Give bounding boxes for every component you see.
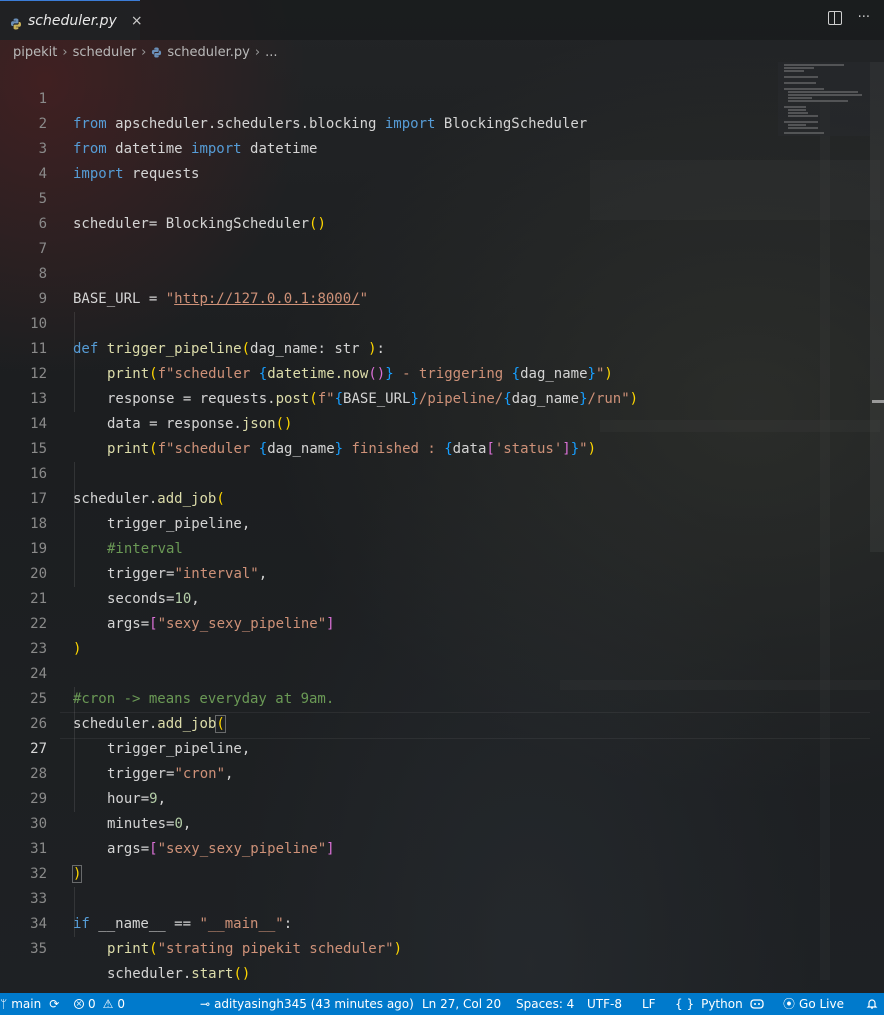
- minimap[interactable]: [778, 62, 870, 136]
- code-line: 1 from apscheduler.schedulers.blocking i…: [0, 62, 870, 132]
- problems-status[interactable]: × 0 ⚠ 0: [74, 993, 125, 1015]
- error-count: 0: [88, 997, 96, 1011]
- python-file-icon: [10, 15, 22, 29]
- overview-ruler-marker: [872, 400, 884, 403]
- code-text: print("strating pipekit scheduler"): [107, 937, 402, 962]
- breadcrumb-item-pipekit[interactable]: pipekit: [13, 45, 57, 60]
- code-line: 15: [0, 412, 870, 457]
- code-line: 2 from datetime import datetime: [0, 87, 870, 157]
- token-bracket: (: [149, 941, 158, 957]
- token-bracket: (): [233, 966, 251, 982]
- code-line: 33 if __name__ == "__main__":: [0, 862, 870, 932]
- split-editor-icon[interactable]: [827, 11, 842, 25]
- code-line: 10 def trigger_pipeline(dag_name: str ):: [0, 287, 870, 357]
- code-line: 29 minutes=0,: [0, 762, 870, 832]
- code-line: 28 hour=9,: [0, 737, 870, 807]
- code-line: 32: [0, 837, 870, 882]
- token-function: start: [191, 966, 234, 982]
- code-text: scheduler.start(): [107, 962, 250, 987]
- indentation-status[interactable]: Spaces: 4: [516, 993, 574, 1015]
- git-blame-status[interactable]: ⊸ adityasingh345 (43 minutes ago): [200, 993, 414, 1015]
- code-line: 21 args=["sexy_sexy_pipeline"]: [0, 562, 870, 632]
- more-actions-icon[interactable]: ···: [858, 11, 870, 25]
- copilot-icon[interactable]: [750, 993, 764, 1015]
- code-line: 31 ): [0, 812, 870, 883]
- code-line: 6: [0, 187, 870, 232]
- code-line: 35 scheduler.start(): [0, 912, 870, 982]
- token-variable: scheduler.: [107, 966, 192, 982]
- code-line: 19 trigger="interval",: [0, 512, 870, 582]
- cursor-position[interactable]: Ln 27, Col 20: [422, 993, 501, 1015]
- git-blame-text: adityasingh345 (43 minutes ago): [214, 997, 414, 1011]
- breadcrumb-item-scheduler-folder[interactable]: scheduler: [73, 45, 137, 60]
- notifications-bell-icon[interactable]: [866, 993, 878, 1015]
- breadcrumb: pipekit › scheduler › scheduler.py › ...: [13, 43, 277, 61]
- branch-status[interactable]: ᛘ main ⟳: [0, 993, 59, 1015]
- tab-actions: ···: [827, 11, 870, 25]
- code-line: 18 #interval: [0, 487, 870, 557]
- code-line: 34 print("strating pipekit scheduler"): [0, 887, 870, 957]
- code-editor[interactable]: 1 from apscheduler.schedulers.blocking i…: [0, 62, 870, 992]
- code-line: 9: [0, 262, 870, 307]
- broadcast-icon: ⦿: [783, 997, 796, 1011]
- token-function: print: [107, 941, 150, 957]
- code-line: 17 trigger_pipeline,: [0, 462, 870, 532]
- breadcrumb-item-file[interactable]: scheduler.py: [167, 45, 250, 60]
- chevron-right-icon: ›: [254, 44, 261, 60]
- chevron-right-icon: ›: [62, 44, 68, 60]
- status-bar: ᛘ main ⟳ × 0 ⚠ 0 ⊸ adityasingh345 (43 mi…: [0, 993, 884, 1015]
- token-bracket: ): [393, 941, 403, 957]
- code-line: 26 trigger_pipeline,: [0, 687, 870, 757]
- code-line: 14 print(f"scheduler {dag_name} finished…: [0, 387, 870, 457]
- code-line: 7: [0, 212, 870, 257]
- code-line: 25 scheduler.add_job(: [0, 662, 870, 733]
- code-line: 16 scheduler.add_job(: [0, 437, 870, 507]
- editor-tab-bar: scheduler.py × ···: [0, 0, 884, 40]
- code-line: 5 scheduler= BlockingScheduler(): [0, 162, 870, 232]
- code-line: 4: [0, 137, 870, 182]
- chevron-right-icon: ›: [141, 44, 147, 60]
- sync-icon[interactable]: ⟳: [49, 993, 59, 1015]
- error-icon: ×: [74, 999, 84, 1009]
- warning-count: 0: [117, 997, 126, 1011]
- language-name: Python: [701, 997, 743, 1011]
- vertical-scrollbar[interactable]: [870, 62, 884, 552]
- warning-icon: ⚠: [102, 997, 114, 1011]
- code-line: 30 args=["sexy_sexy_pipeline"]: [0, 787, 870, 857]
- line-number: 35: [30, 941, 47, 957]
- branch-name: main: [11, 997, 42, 1011]
- code-line: 12 response = requests.post(f"{BASE_URL}…: [0, 337, 870, 407]
- braces-icon: { }: [675, 997, 695, 1011]
- go-live-label: Go Live: [799, 997, 844, 1011]
- encoding-status[interactable]: UTF-8: [587, 993, 622, 1015]
- close-tab-icon[interactable]: ×: [131, 13, 143, 29]
- language-mode[interactable]: { } Python: [675, 993, 743, 1015]
- go-live-button[interactable]: ⦿ Go Live: [783, 993, 844, 1015]
- tab-title: scheduler.py: [28, 12, 117, 29]
- token-string: "strating pipekit scheduler": [157, 941, 394, 957]
- code-line: 24 #cron -> means everyday at 9am.: [0, 637, 870, 707]
- commit-icon: ⊸: [200, 997, 211, 1011]
- code-line: 8 BASE_URL = "http://127.0.0.1:8000/": [0, 237, 870, 307]
- code-line: 3 import requests: [0, 112, 870, 182]
- code-line: 11 print(f"scheduler {datetime.now()} - …: [0, 312, 870, 382]
- code-line: 22 ): [0, 587, 870, 657]
- code-line-active: 27 trigger="cron",: [0, 712, 870, 782]
- code-line: 20 seconds=10,: [0, 537, 870, 607]
- tab-scheduler-py[interactable]: scheduler.py ×: [0, 0, 143, 40]
- git-branch-icon: ᛘ: [0, 997, 8, 1011]
- code-line: 13 data = response.json(): [0, 362, 870, 432]
- breadcrumb-item-symbols[interactable]: ...: [265, 45, 277, 60]
- python-file-icon: [151, 46, 162, 58]
- eol-status[interactable]: LF: [642, 993, 656, 1015]
- code-line: 23: [0, 612, 870, 657]
